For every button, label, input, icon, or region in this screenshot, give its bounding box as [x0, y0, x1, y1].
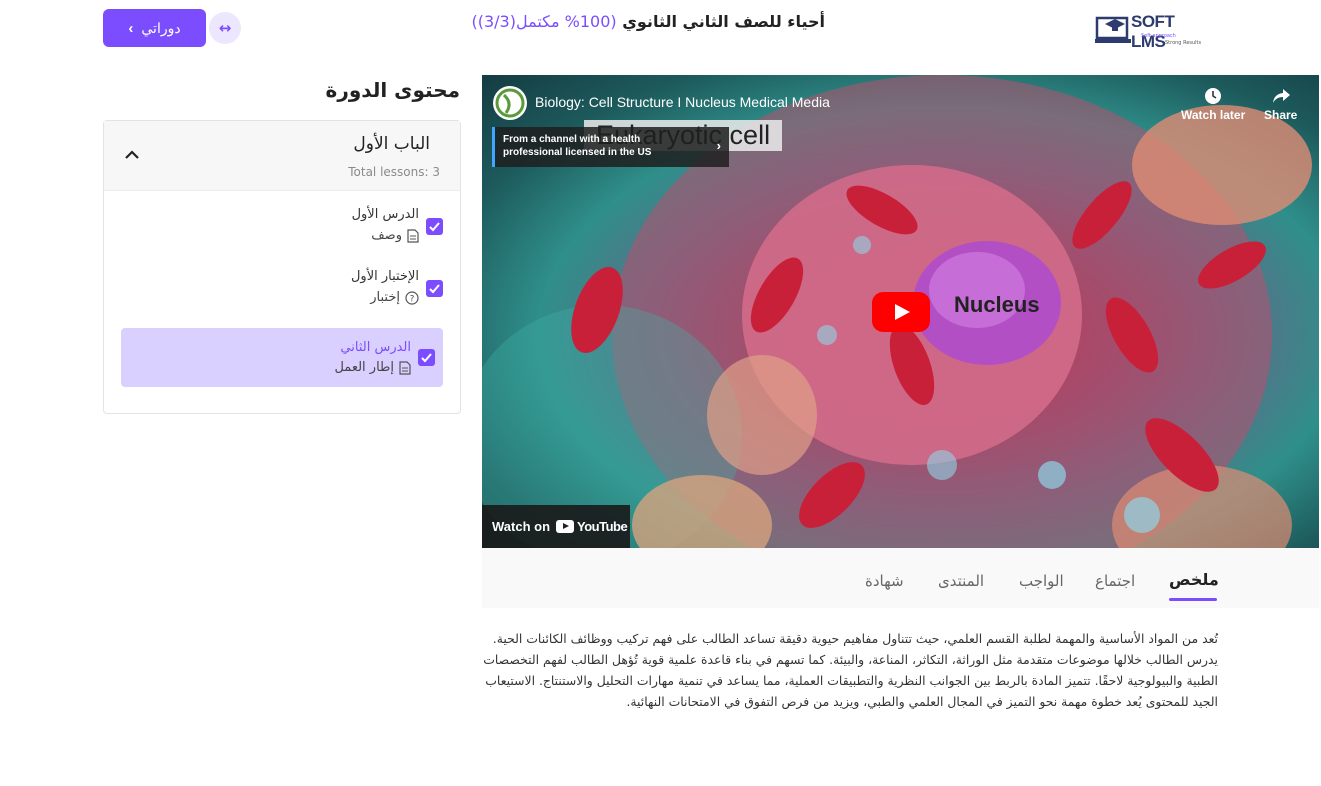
my-courses-button[interactable]: ‹ دوراتي [103, 9, 206, 47]
lesson-type-label: إختبار [370, 290, 400, 305]
watch-on-label: Watch on [492, 519, 551, 534]
channel-avatar[interactable] [493, 86, 527, 120]
logo-tagline-1: Soft approach [1141, 33, 1176, 39]
play-button[interactable] [872, 292, 930, 332]
document-icon [407, 228, 419, 243]
youtube-label: YouTube [577, 519, 628, 534]
watch-on-youtube-button[interactable]: Watch on YouTube [482, 505, 630, 548]
health-info-panel[interactable]: From a channel with a health professiona… [492, 127, 729, 167]
total-lessons: Total lessons: 3 [348, 165, 440, 179]
document-icon [399, 360, 411, 375]
tab-forum[interactable]: المنتدى [938, 572, 984, 590]
share-label: Share [1264, 108, 1298, 122]
health-info-text: From a channel with a health professiona… [503, 134, 652, 158]
video-player[interactable]: Biology: Cell Structure I Nucleus Medica… [482, 75, 1319, 548]
lesson-item-3-active[interactable]: الدرس الثاني إطار العمل [121, 328, 443, 387]
question-circle-icon: ? [405, 290, 419, 305]
watch-later-button[interactable]: Watch later [1181, 87, 1245, 122]
summary-text: تُعد من المواد الأساسية والمهمة لطلبة ال… [483, 631, 1218, 709]
lesson-name: الدرس الثاني [340, 340, 411, 355]
checkbox-checked-icon[interactable] [426, 218, 443, 235]
chevron-left-icon: ‹ [128, 19, 134, 37]
watch-later-label: Watch later [1181, 108, 1246, 122]
lesson-type: ? إختبار [370, 290, 419, 305]
tab-summary[interactable]: ملخص [1169, 570, 1219, 589]
lesson-item-1[interactable]: الدرس الأول وصف [121, 207, 443, 253]
chapter-header[interactable]: الباب الأول Total lessons: 3 [104, 121, 460, 191]
course-title: أحياء للصف الثاني الثانوي (100% مكتمل(3/… [471, 12, 825, 31]
active-tab-indicator [1169, 598, 1217, 601]
tab-certificate[interactable]: شهادة [865, 572, 904, 590]
share-button[interactable]: Share [1264, 87, 1297, 122]
checkbox-checked-icon[interactable] [418, 349, 435, 366]
expand-arrows-icon[interactable]: ↔ [209, 12, 241, 44]
clock-icon [1205, 88, 1222, 104]
course-content-heading: محتوى الدورة [325, 78, 460, 102]
course-title-text: أحياء للصف الثاني الثانوي [622, 12, 825, 31]
lesson-name: الدرس الأول [351, 207, 419, 222]
tabs-bar: ملخص اجتماع الواجب المنتدى شهادة [482, 548, 1319, 608]
lesson-type: وصف [371, 228, 419, 243]
lesson-type: إطار العمل [334, 360, 411, 375]
youtube-logo-icon: YouTube [556, 519, 628, 534]
chapter-title: الباب الأول [353, 134, 430, 154]
chapter-panel: الباب الأول Total lessons: 3 الدرس الأول… [103, 120, 461, 414]
logo-text: SOFT LMS [1131, 12, 1175, 51]
lesson-type-label: وصف [371, 228, 402, 243]
top-header: ‹ دوراتي ↔ أحياء للصف الثاني الثانوي (10… [0, 0, 1321, 60]
lesson-name: الإختبار الأول [350, 269, 419, 284]
chevron-up-icon[interactable] [122, 145, 142, 165]
course-progress: (100% مكتمل(3/3)) [471, 12, 617, 31]
chevron-right-icon: › [716, 138, 721, 153]
nucleus-label: Nucleus [954, 292, 1040, 317]
logo[interactable]: SOFT LMS Soft approach Strong Results [1095, 12, 1207, 51]
tab-assignment[interactable]: الواجب [1019, 572, 1064, 590]
lesson-type-label: إطار العمل [334, 360, 394, 375]
video-title[interactable]: Biology: Cell Structure I Nucleus Medica… [535, 94, 830, 110]
tab-meeting[interactable]: اجتماع [1095, 572, 1135, 590]
share-arrow-icon [1272, 89, 1290, 103]
my-courses-label: دوراتي [141, 19, 181, 36]
lesson-item-2[interactable]: الإختبار الأول ? إختبار [121, 269, 443, 315]
logo-tagline-2: Strong Results [1165, 40, 1202, 46]
checkbox-checked-icon[interactable] [426, 280, 443, 297]
svg-text:?: ? [410, 294, 415, 304]
